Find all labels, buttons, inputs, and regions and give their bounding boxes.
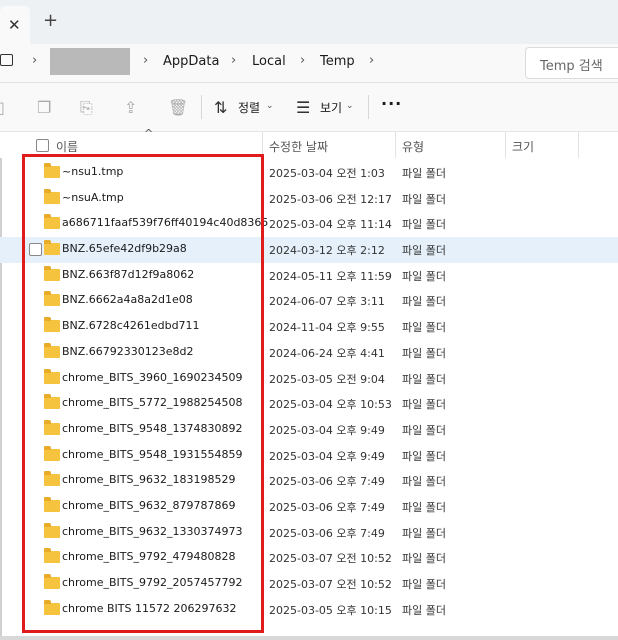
search-placeholder: Temp 검색 [540, 59, 603, 74]
cut-icon[interactable]: ▯ [0, 98, 5, 117]
file-modified-date: 2024-06-24 오후 4:41 [269, 346, 385, 360]
file-type: 파일 폴더 [402, 423, 446, 437]
search-box[interactable]: Temp 검색 [525, 47, 618, 79]
file-type: 파일 폴더 [402, 218, 446, 232]
file-modified-date: 2025-03-04 오후 10:53 [269, 398, 392, 412]
toolbar-divider [368, 95, 369, 119]
file-modified-date: 2025-03-06 오전 12:17 [269, 192, 392, 206]
redacted-user-crumb[interactable] [50, 48, 130, 75]
view-button[interactable]: 보기 [320, 99, 342, 116]
breadcrumb-appdata[interactable]: AppData [163, 54, 219, 69]
sort-icon[interactable]: ⇅ [214, 98, 227, 117]
file-type: 파일 폴더 [402, 398, 446, 412]
rename-icon[interactable]: ⎘ [80, 98, 93, 118]
column-divider[interactable] [395, 132, 396, 158]
select-all-checkbox[interactable] [36, 139, 49, 152]
column-divider[interactable] [578, 132, 579, 158]
file-modified-date: 2024-05-11 오후 11:59 [269, 269, 392, 283]
file-type: 파일 폴더 [402, 295, 446, 309]
file-modified-date: 2025-03-06 오후 7:49 [269, 526, 385, 540]
file-type: 파일 폴더 [402, 269, 446, 283]
file-type: 파일 폴더 [402, 372, 446, 386]
chevron-right-icon[interactable]: › [32, 53, 37, 68]
file-modified-date: 2025-03-07 오전 10:52 [269, 578, 392, 591]
more-options-button[interactable]: ··· [381, 94, 402, 113]
file-type: 파일 폴더 [402, 244, 446, 258]
file-type: 파일 폴더 [402, 475, 446, 489]
column-size-header[interactable]: 크기 [512, 138, 534, 155]
file-modified-date: 2025-03-05 오전 9:04 [269, 372, 385, 386]
breadcrumb-local[interactable]: Local [252, 54, 286, 69]
file-modified-date: 2024-11-04 오후 9:55 [269, 321, 385, 335]
file-modified-date: 2025-03-07 오전 10:52 [269, 552, 392, 566]
status-bar-edge [0, 636, 618, 640]
file-type: 파일 폴더 [402, 500, 446, 514]
file-modified-date: 2024-03-12 오후 2:12 [269, 244, 385, 258]
file-type: 파일 폴더 [402, 552, 446, 566]
file-type: 파일 폴더 [402, 321, 446, 335]
chevron-down-icon[interactable]: ⌄ [266, 101, 274, 111]
tab-bar: ✕ + [0, 0, 618, 44]
file-type: 파일 폴더 [402, 346, 446, 360]
column-type-header[interactable]: 유형 [402, 138, 424, 155]
file-type: 파일 폴더 [402, 449, 446, 463]
file-type: 파일 폴더 [402, 192, 446, 206]
sort-ascending-icon: ^ [144, 127, 154, 140]
file-type: 파일 폴더 [402, 603, 446, 617]
column-name-header[interactable]: 이름 [56, 138, 78, 155]
delete-icon[interactable]: 🗑 [168, 98, 188, 117]
highlight-box [22, 154, 264, 633]
chevron-right-icon[interactable]: › [369, 53, 374, 68]
breadcrumb-temp[interactable]: Temp [320, 54, 355, 69]
file-modified-date: 2025-03-04 오후 11:14 [269, 218, 392, 232]
chevron-right-icon[interactable]: › [300, 53, 305, 68]
chevron-right-icon[interactable]: › [231, 53, 236, 68]
copy-icon[interactable]: ❐ [37, 98, 51, 117]
sort-button[interactable]: 정렬 [238, 99, 260, 116]
file-type: 파일 폴더 [402, 578, 446, 591]
file-modified-date: 2025-03-04 오후 9:49 [269, 449, 385, 463]
address-bar: › › AppData › Local › Temp › Temp 검색 [0, 44, 618, 83]
file-modified-date: 2025-03-04 오후 9:49 [269, 423, 385, 437]
column-divider[interactable] [505, 132, 506, 158]
close-icon[interactable]: ✕ [8, 16, 21, 34]
chevron-down-icon[interactable]: ⌄ [346, 101, 354, 111]
share-icon[interactable]: ⇪ [124, 98, 137, 117]
file-modified-date: 2025-03-06 오후 7:49 [269, 500, 385, 514]
active-tab[interactable]: ✕ [0, 6, 30, 44]
file-modified-date: 2025-03-05 오후 10:15 [269, 603, 392, 617]
file-type: 파일 폴더 [402, 526, 446, 540]
toolbar-divider [201, 95, 202, 119]
file-modified-date: 2025-03-06 오후 7:49 [269, 475, 385, 489]
chevron-right-icon[interactable]: › [143, 53, 148, 68]
file-modified-date: 2025-03-04 오전 1:03 [269, 167, 385, 180]
file-type: 파일 폴더 [402, 167, 446, 180]
computer-icon[interactable] [0, 54, 13, 66]
view-icon[interactable]: ☰ [296, 98, 310, 117]
new-tab-button[interactable]: + [43, 10, 58, 31]
file-modified-date: 2024-06-07 오후 3:11 [269, 295, 385, 309]
command-bar: ▯ ❐ ⎘ ⇪ 🗑 ⇅ 정렬 ⌄ ☰ 보기 ⌄ ··· [0, 83, 618, 132]
column-date-header[interactable]: 수정한 날짜 [269, 138, 328, 155]
